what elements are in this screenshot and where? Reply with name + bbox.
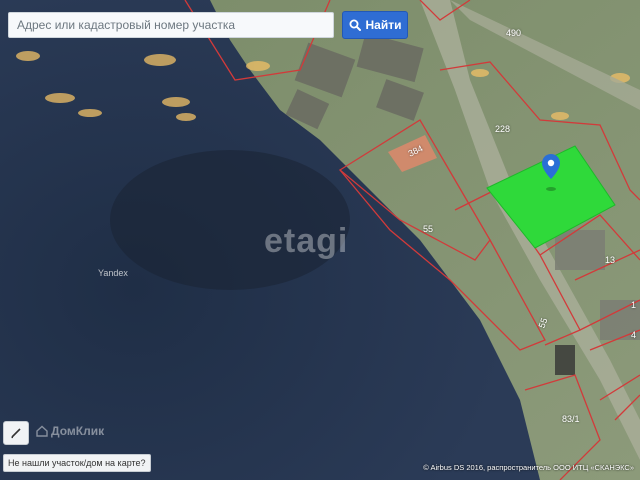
pencil-icon — [11, 428, 21, 439]
brand-watermark: ДомКлик — [36, 424, 104, 438]
search-icon — [349, 19, 361, 31]
not-found-link[interactable]: Не нашли участок/дом на карте? — [3, 454, 151, 472]
search-input[interactable] — [8, 12, 334, 38]
parcel-label-490: 490 — [506, 28, 522, 38]
parcel-label-55: 55 — [423, 224, 434, 234]
ruler-tool-button[interactable] — [3, 421, 29, 445]
search-button[interactable]: Найти — [342, 11, 408, 39]
water-shadow — [110, 150, 350, 290]
parcel-label-228: 228 — [495, 124, 511, 134]
parcel-label-4: 4 — [631, 330, 637, 340]
map-attribution: © Airbus DS 2016, распространитель ООО И… — [423, 463, 634, 472]
search-button-label: Найти — [365, 18, 402, 32]
provider-label: Yandex — [98, 268, 128, 278]
watermark-logo: etagi — [264, 222, 349, 260]
house-icon — [36, 425, 48, 437]
parcel-label-83-1: 83/1 — [562, 414, 580, 424]
map-pin-shadow — [546, 187, 556, 191]
brand-label: ДомКлик — [51, 424, 105, 438]
parcel-label-13: 13 — [605, 255, 616, 265]
parcel-label-1: 1 — [631, 300, 637, 310]
